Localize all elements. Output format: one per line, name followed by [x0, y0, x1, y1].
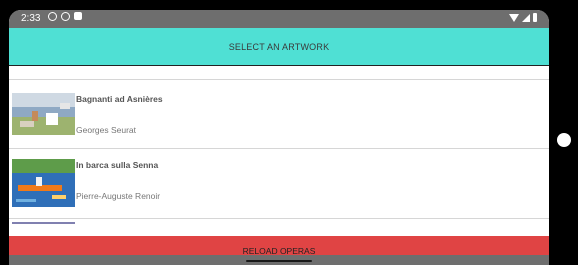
navigation-bar — [9, 255, 549, 265]
artwork-thumbnail-in-barca — [12, 159, 75, 207]
page-title: SELECT AN ARTWORK — [228, 41, 330, 52]
shield-icon — [61, 12, 70, 21]
home-button-icon[interactable] — [557, 133, 571, 147]
artwork-artist: Georges Seurat — [76, 125, 137, 135]
status-bar: 2:33 — [9, 10, 549, 28]
home-gesture-handle[interactable] — [246, 260, 312, 262]
artwork-thumbnail-partial — [12, 222, 75, 224]
artwork-thumbnail-bagnanti — [12, 93, 75, 135]
app-bar: SELECT AN ARTWORK — [9, 28, 549, 66]
status-time: 2:33 — [21, 13, 41, 24]
artwork-title: In barca sulla Senna — [76, 160, 159, 170]
notification-icon — [74, 12, 82, 20]
list-item-in-barca[interactable]: In barca sulla Senna Pierre-Auguste Reno… — [9, 149, 549, 217]
artwork-list[interactable]: Bagnanti ad Asnières Georges Seurat In b… — [9, 66, 549, 236]
wifi-icon — [509, 14, 519, 22]
info-icon — [48, 12, 57, 21]
divider — [9, 218, 549, 219]
app-screen: 2:33 SELECT AN ARTWORK Bagnanti ad Asniè… — [9, 10, 549, 265]
signal-icon — [522, 14, 530, 22]
artwork-title: Bagnanti ad Asnières — [76, 94, 163, 104]
list-item-bagnanti[interactable]: Bagnanti ad Asnières Georges Seurat — [9, 80, 549, 148]
artwork-artist: Pierre-Auguste Renoir — [76, 191, 161, 201]
reload-button-label: RELOAD OPERAS — [242, 245, 316, 256]
battery-icon — [533, 13, 537, 22]
